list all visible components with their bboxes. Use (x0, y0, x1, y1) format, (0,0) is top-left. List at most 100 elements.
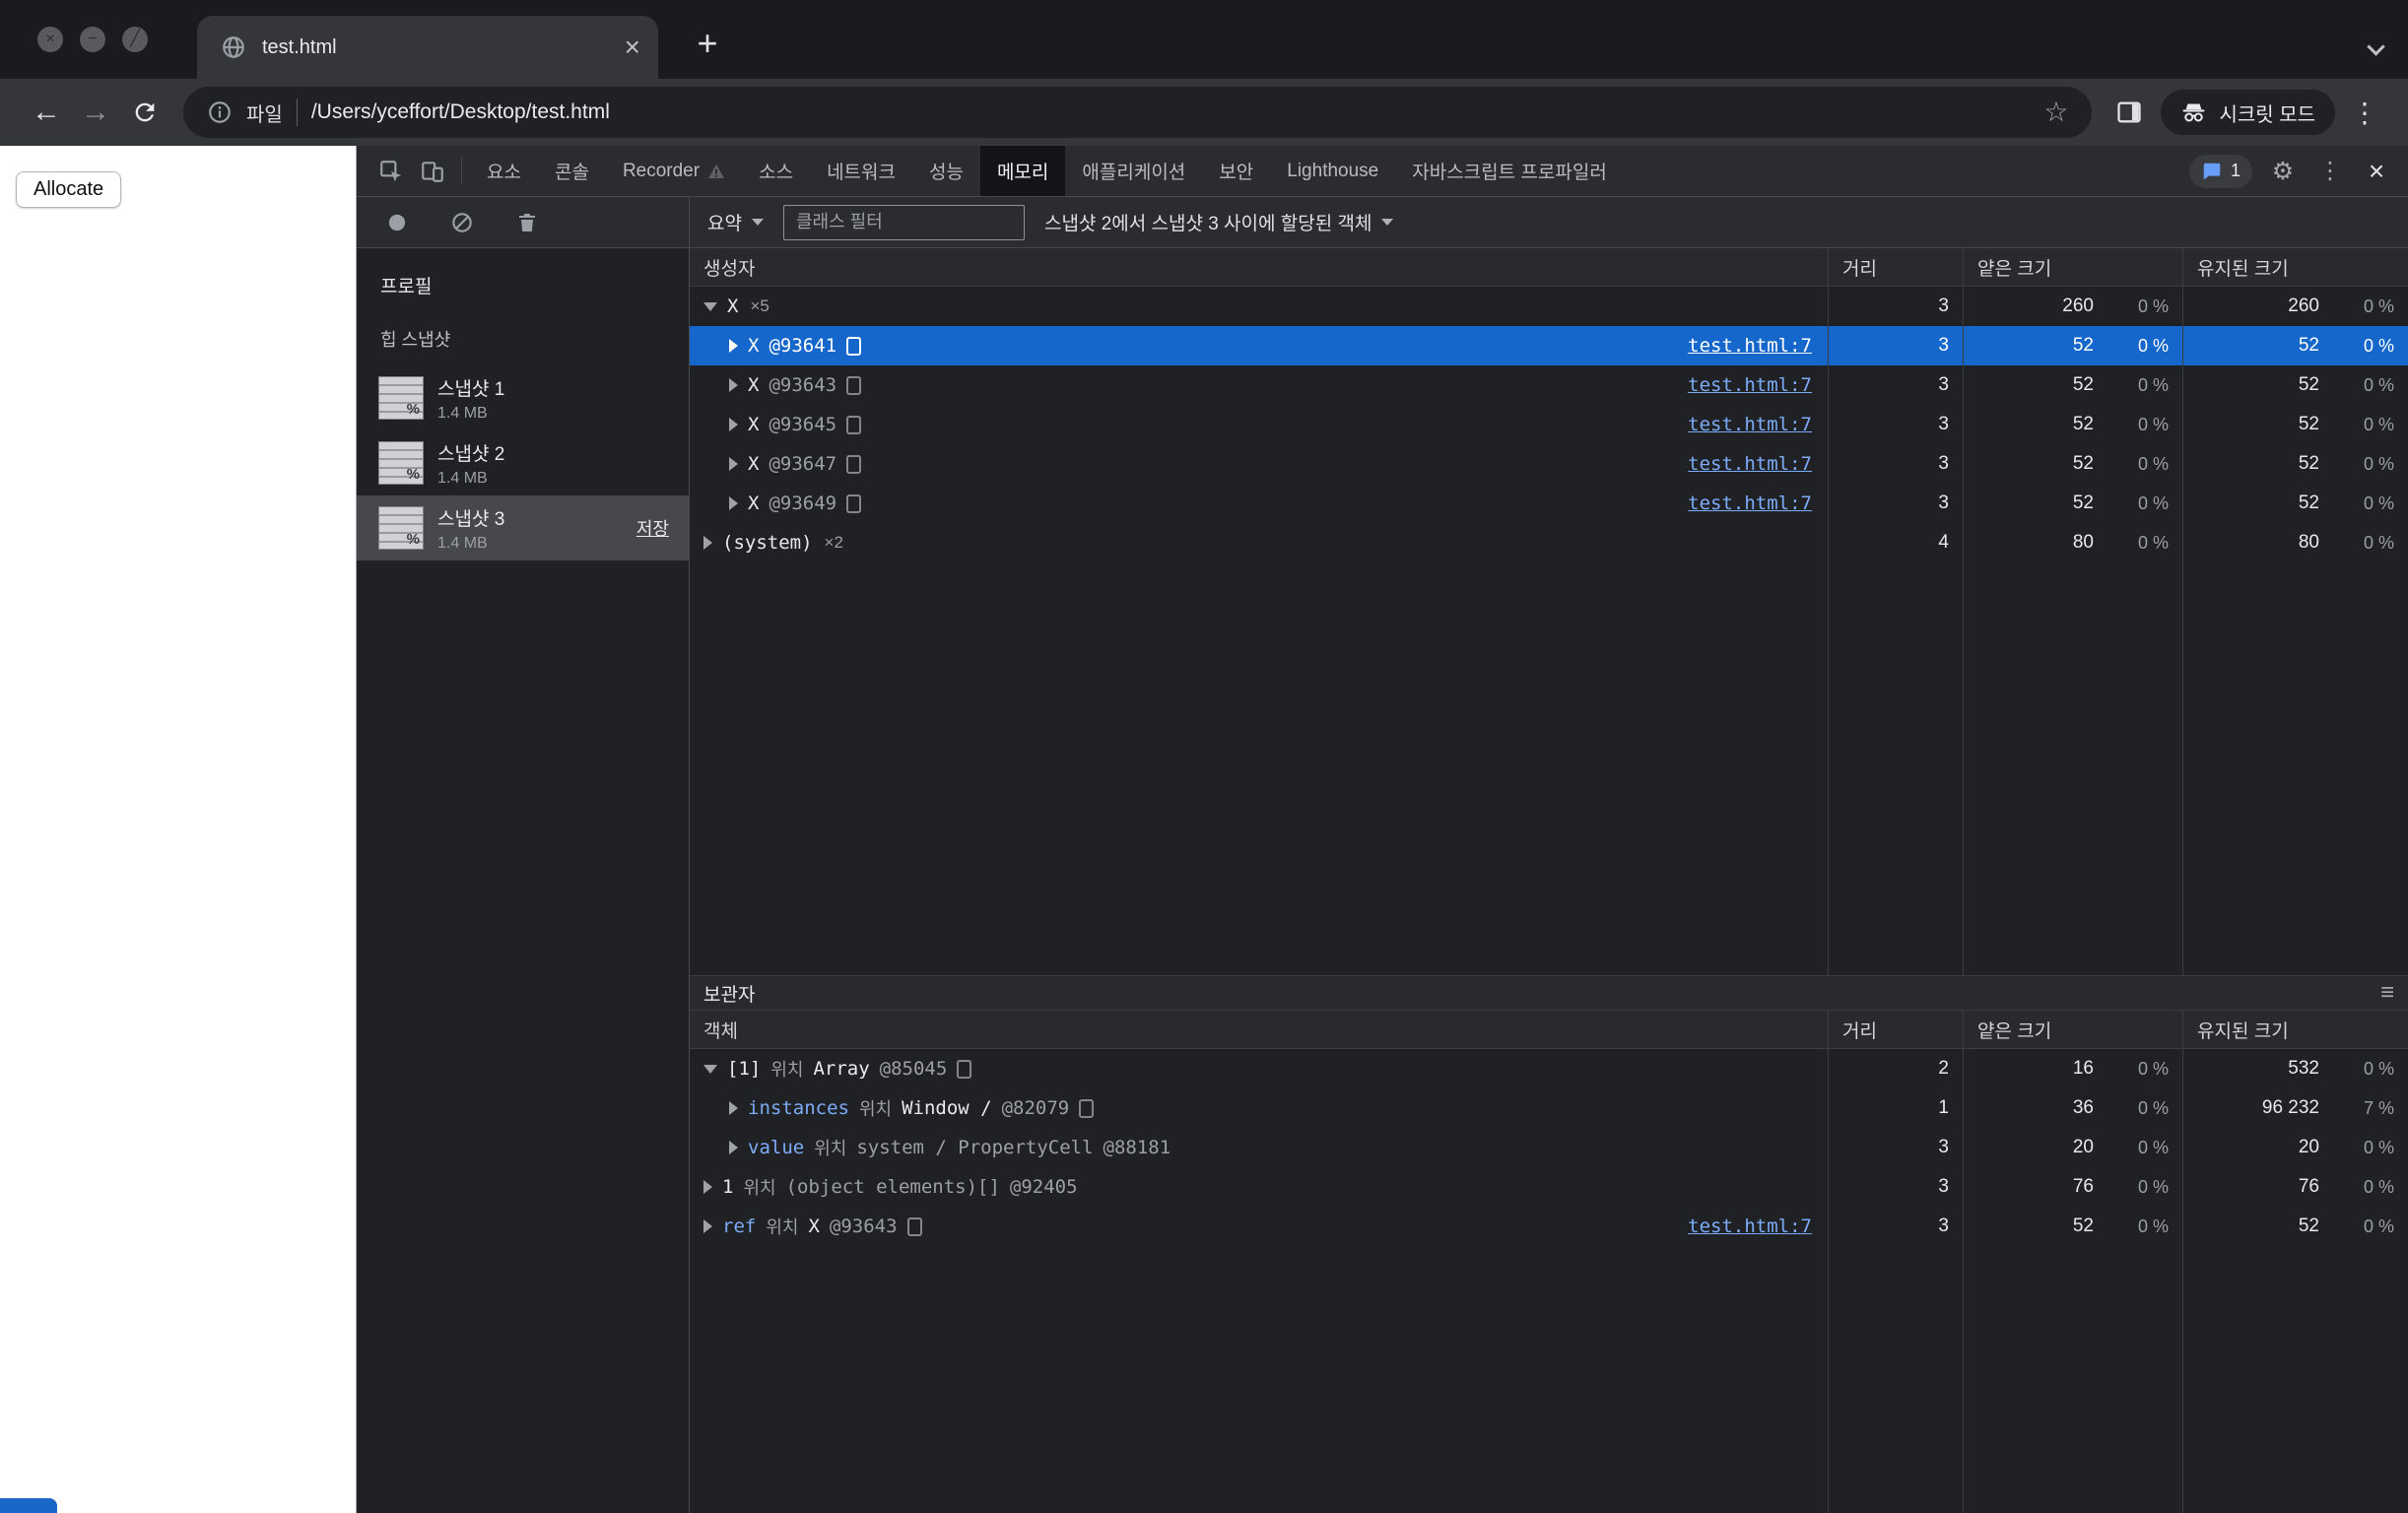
devtools-tab[interactable]: Recorder (606, 146, 742, 196)
chevron-down-icon (751, 219, 764, 226)
issues-counter[interactable]: 1 (2188, 154, 2252, 188)
devtools-tab[interactable]: 요소 (470, 146, 538, 196)
bookmark-star-icon[interactable]: ☆ (2043, 99, 2068, 126)
constructor-row[interactable]: X @93643 test.html:7 3 52 0 % 52 0 % (690, 365, 2408, 405)
devtools-menu-icon[interactable]: ⋮ (2313, 157, 2347, 185)
url-text[interactable]: /Users/yceffort/Desktop/test.html (311, 100, 2031, 124)
snapshot-item[interactable]: 스냅샷 3 1.4 MB 저장 (357, 495, 689, 560)
column-header-distance[interactable]: 거리 (1828, 248, 1963, 286)
tab-search-button[interactable] (2367, 37, 2385, 56)
property-name: ref (722, 1216, 757, 1237)
snapshot-save-link[interactable]: 저장 (636, 515, 679, 541)
devtools-tab[interactable]: Lighthouse (1270, 146, 1395, 196)
column-header-distance[interactable]: 거리 (1828, 1011, 1963, 1048)
expander-icon[interactable] (729, 1141, 738, 1154)
expander-icon[interactable] (729, 378, 738, 392)
devtools-tab[interactable]: 메모리 (979, 146, 1066, 196)
settings-gear-icon[interactable]: ⚙ (2262, 157, 2304, 186)
devtools-tab[interactable]: 네트워크 (810, 146, 912, 196)
browser-menu-button[interactable]: ⋮ (2343, 97, 2386, 129)
column-header-shallow-size[interactable]: 얕은 크기 (1963, 1011, 2182, 1048)
delete-profile-icon[interactable] (506, 202, 548, 243)
source-link[interactable]: test.html:7 (1676, 453, 1828, 475)
expander-icon[interactable] (703, 1180, 712, 1194)
devtools-tab[interactable]: 자바스크립트 프로파일러 (1395, 146, 1624, 196)
column-header-retained-size[interactable]: 유지된 크기 (2182, 248, 2408, 286)
column-header-constructor[interactable]: 생성자 (690, 248, 1828, 286)
column-header-retained-size[interactable]: 유지된 크기 (2182, 1011, 2408, 1048)
constructor-row[interactable]: X @93645 test.html:7 3 52 0 % 52 0 % (690, 405, 2408, 444)
devtools-tab-label: 요소 (487, 163, 521, 183)
constructor-row[interactable]: X ×5 3 260 0 % 260 0 % (690, 287, 2408, 326)
browser-tab[interactable]: test.html × (197, 16, 658, 79)
retainer-row[interactable]: value 위치 system / PropertyCell @88181 3 … (690, 1128, 2408, 1167)
devtools-close-button[interactable]: × (2357, 157, 2396, 185)
snapshot-size: 1.4 MB (437, 404, 488, 422)
tab-strip: × − ╱ test.html × + (0, 0, 2408, 79)
inspect-icon[interactable] (370, 151, 412, 192)
expander-icon[interactable] (703, 301, 717, 311)
constructor-row[interactable]: (system) ×2 4 80 0 % 80 0 % (690, 523, 2408, 562)
minimize-window-button[interactable]: − (80, 27, 105, 52)
forward-button[interactable]: → (71, 98, 120, 127)
source-link[interactable]: test.html:7 (1676, 374, 1828, 396)
allocate-button[interactable]: Allocate (16, 171, 122, 208)
constructor-name: X (727, 296, 739, 317)
speech-bubble-icon (2203, 163, 2221, 179)
expander-icon[interactable] (703, 1064, 717, 1074)
constructor-row[interactable]: X @93649 test.html:7 3 52 0 % 52 0 % (690, 484, 2408, 523)
devtools-tab[interactable]: 소스 (742, 146, 810, 196)
new-tab-button[interactable]: + (684, 20, 731, 67)
source-link[interactable]: test.html:7 (1676, 414, 1828, 435)
perspective-select[interactable]: 요약 (707, 209, 764, 235)
snapshot-range-select[interactable]: 스냅샷 2에서 스냅샷 3 사이에 할당된 객체 (1044, 209, 1394, 235)
expander-icon[interactable] (729, 496, 738, 510)
shallow-size-cell: 52 0 % (1963, 444, 2182, 484)
retainer-row[interactable]: [1] 위치 Array @85045 2 16 0 % 532 0 % (690, 1049, 2408, 1088)
column-header-shallow-size[interactable]: 얕은 크기 (1963, 248, 2182, 286)
source-link[interactable]: test.html:7 (1676, 335, 1828, 357)
devtools-tab[interactable]: 콘솔 (538, 146, 606, 196)
reload-button[interactable] (120, 99, 169, 126)
devtools-tabbar: 요소 콘솔 Recorder 소스 네트워크 성능 메모리 애플리케이션 보안 … (357, 146, 2408, 197)
snapshot-item[interactable]: 스냅샷 2 1.4 MB (357, 430, 689, 495)
constructor-row[interactable]: X @93647 test.html:7 3 52 0 % 52 0 % (690, 444, 2408, 484)
expander-icon[interactable] (703, 1219, 712, 1233)
retainer-row[interactable]: 1 위치 (object elements)[] @92405 3 76 0 % … (690, 1167, 2408, 1207)
clear-icon[interactable] (441, 202, 483, 243)
menu-icon[interactable]: ≡ (2380, 981, 2394, 1005)
devtools-tab[interactable]: 성능 (912, 146, 980, 196)
minimize-icon: − (88, 31, 98, 47)
retainer-row[interactable]: instances 위치 Window / @82079 1 36 0 % 96 … (690, 1088, 2408, 1128)
devtools-tab[interactable]: 보안 (1202, 146, 1270, 196)
device-toolbar-icon[interactable] (412, 151, 453, 192)
snapshot-item[interactable]: 스냅샷 1 1.4 MB (357, 365, 689, 430)
incognito-badge[interactable]: 시크릿 모드 (2161, 90, 2335, 135)
expander-icon[interactable] (729, 457, 738, 471)
close-window-button[interactable]: × (37, 27, 63, 52)
expander-icon[interactable] (729, 418, 738, 431)
expander-icon[interactable] (729, 1101, 738, 1115)
devtools-tabs: 요소 콘솔 Recorder 소스 네트워크 성능 메모리 애플리케이션 보안 … (470, 146, 1624, 196)
column-header-object[interactable]: 객체 (690, 1011, 1828, 1048)
back-button[interactable]: ← (22, 98, 71, 127)
class-filter-input[interactable] (782, 204, 1025, 240)
expander-icon[interactable] (703, 536, 712, 550)
snapshot-size: 1.4 MB (437, 534, 488, 552)
retainer-row[interactable]: ref 위치 X @93643 test.html:7 3 52 0 % 52 0 … (690, 1207, 2408, 1246)
source-link[interactable]: test.html:7 (1676, 493, 1828, 514)
constructor-row[interactable]: X @93641 test.html:7 3 52 0 % 52 0 % (690, 326, 2408, 365)
browser-chrome: × − ╱ test.html × + ← → 파일 /Users/yceffo… (0, 0, 2408, 146)
record-button[interactable] (376, 202, 418, 243)
shallow-size-cell: 52 0 % (1963, 484, 2182, 523)
expander-icon[interactable] (729, 339, 738, 353)
zoom-window-button[interactable]: ╱ (122, 27, 148, 52)
info-icon[interactable] (207, 99, 233, 125)
tab-close-button[interactable]: × (625, 33, 640, 61)
retained-size-cell: 52 0 % (2182, 484, 2408, 523)
side-panel-button[interactable] (2106, 89, 2153, 136)
devtools-tab[interactable]: 애플리케이션 (1065, 146, 1202, 196)
object-id: @93647 (769, 453, 837, 475)
address-bar[interactable]: 파일 /Users/yceffort/Desktop/test.html ☆ (183, 87, 2093, 138)
source-link[interactable]: test.html:7 (1676, 1216, 1828, 1237)
